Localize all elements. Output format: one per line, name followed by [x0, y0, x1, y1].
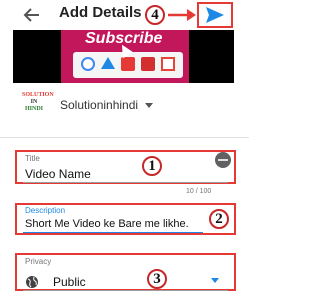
channel-selector[interactable]: SOLUTION IN HINDI Solutioninhindi [0, 92, 249, 126]
thumbnail-app-row [73, 52, 183, 78]
send-button[interactable] [197, 2, 233, 28]
drive-icon [101, 57, 115, 69]
logo-line-2: IN [30, 99, 38, 105]
description-underline [23, 232, 203, 233]
top-app-bar: Add Details 4 [0, 0, 249, 30]
privacy-underline [23, 290, 228, 291]
gmail-icon [161, 57, 175, 71]
bag-icon [141, 57, 155, 71]
title-input[interactable]: Video Name [25, 167, 91, 181]
privacy-field[interactable]: Privacy Public 3 [15, 253, 236, 291]
divider [0, 137, 249, 138]
globe-icon [25, 275, 39, 289]
video-thumbnail[interactable]: Subscribe [13, 30, 234, 83]
privacy-label: Privacy [25, 257, 52, 266]
page-title: Add Details [59, 4, 142, 21]
google-icon [81, 57, 95, 71]
description-label: Description [25, 206, 66, 215]
description-input[interactable]: Short Me Video ke Bare me likhe. [25, 218, 189, 230]
callout-badge-3: 3 [147, 269, 167, 289]
callout-badge-1: 1 [142, 156, 162, 176]
title-label: Title [25, 154, 40, 163]
callout-badge-4: 4 [145, 5, 165, 25]
youtube-icon [121, 57, 135, 71]
channel-name: Solutioninhindi [60, 98, 139, 112]
title-field[interactable]: Title Video Name 1 [15, 150, 236, 184]
description-field[interactable]: Description Short Me Video ke Bare me li… [15, 203, 236, 235]
callout-arrow-icon [168, 9, 196, 21]
callout-badge-2: 2 [209, 209, 229, 229]
arrow-left-icon[interactable] [20, 3, 44, 27]
privacy-value: Public [53, 275, 86, 289]
title-char-counter: 10 / 100 [186, 188, 212, 195]
logo-line-1: SOLUTION [22, 92, 54, 98]
title-underline [23, 182, 228, 183]
chevron-down-icon[interactable] [145, 103, 153, 108]
send-icon [206, 7, 224, 23]
chevron-down-icon[interactable] [211, 278, 219, 283]
channel-logo: SOLUTION IN HINDI [22, 92, 54, 122]
logo-line-3: HINDI [24, 106, 43, 112]
clear-icon[interactable] [215, 152, 231, 168]
